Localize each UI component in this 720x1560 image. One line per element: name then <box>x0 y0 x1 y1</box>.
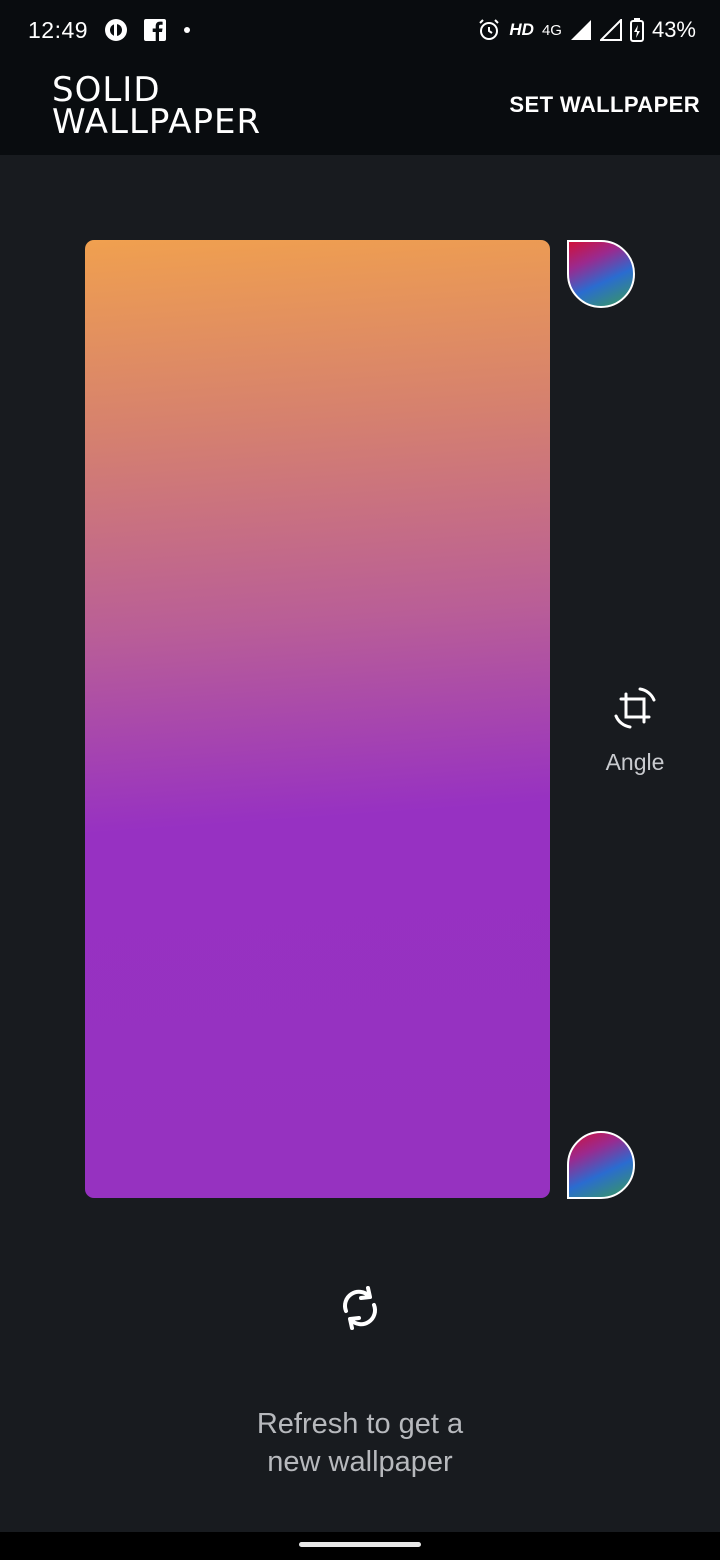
set-wallpaper-button[interactable]: SET WALLPAPER <box>509 92 700 118</box>
app-bar: SOLID WALLPAPER SET WALLPAPER <box>0 60 720 155</box>
color-swatch-start-icon[interactable] <box>567 240 635 308</box>
status-time: 12:49 <box>28 16 89 43</box>
navigation-bar <box>0 1532 720 1560</box>
battery-charging-icon <box>629 18 644 42</box>
logo-line-2: WALLPAPER <box>52 102 262 142</box>
refresh-hint: Refresh to get a new wallpaper <box>0 1405 720 1481</box>
signal-icon <box>570 19 592 41</box>
app-notification-icon <box>104 18 128 42</box>
angle-label: Angle <box>605 749 665 775</box>
refresh-button[interactable] <box>334 1284 386 1336</box>
hd-indicator: HD <box>509 20 534 39</box>
app-logo: SOLID WALLPAPER <box>52 73 262 142</box>
hint-line-1: Refresh to get a <box>256 1408 464 1440</box>
status-bar: 12:49 HD 4G 43% <box>0 0 720 60</box>
alarm-icon <box>477 18 501 42</box>
rotate-crop-icon <box>613 686 657 735</box>
facebook-icon <box>144 19 167 41</box>
network-type: 4G <box>541 21 562 39</box>
hint-line-2: new wallpaper <box>267 1446 453 1478</box>
battery-percent: 43% <box>651 17 696 42</box>
wallpaper-preview <box>85 240 550 1198</box>
home-handle[interactable] <box>299 1542 421 1547</box>
angle-button[interactable]: Angle <box>585 686 685 778</box>
signal-icon <box>599 19 622 41</box>
color-swatch-end-icon[interactable] <box>567 1131 635 1199</box>
dot-icon <box>182 25 192 35</box>
refresh-icon <box>337 1285 383 1336</box>
